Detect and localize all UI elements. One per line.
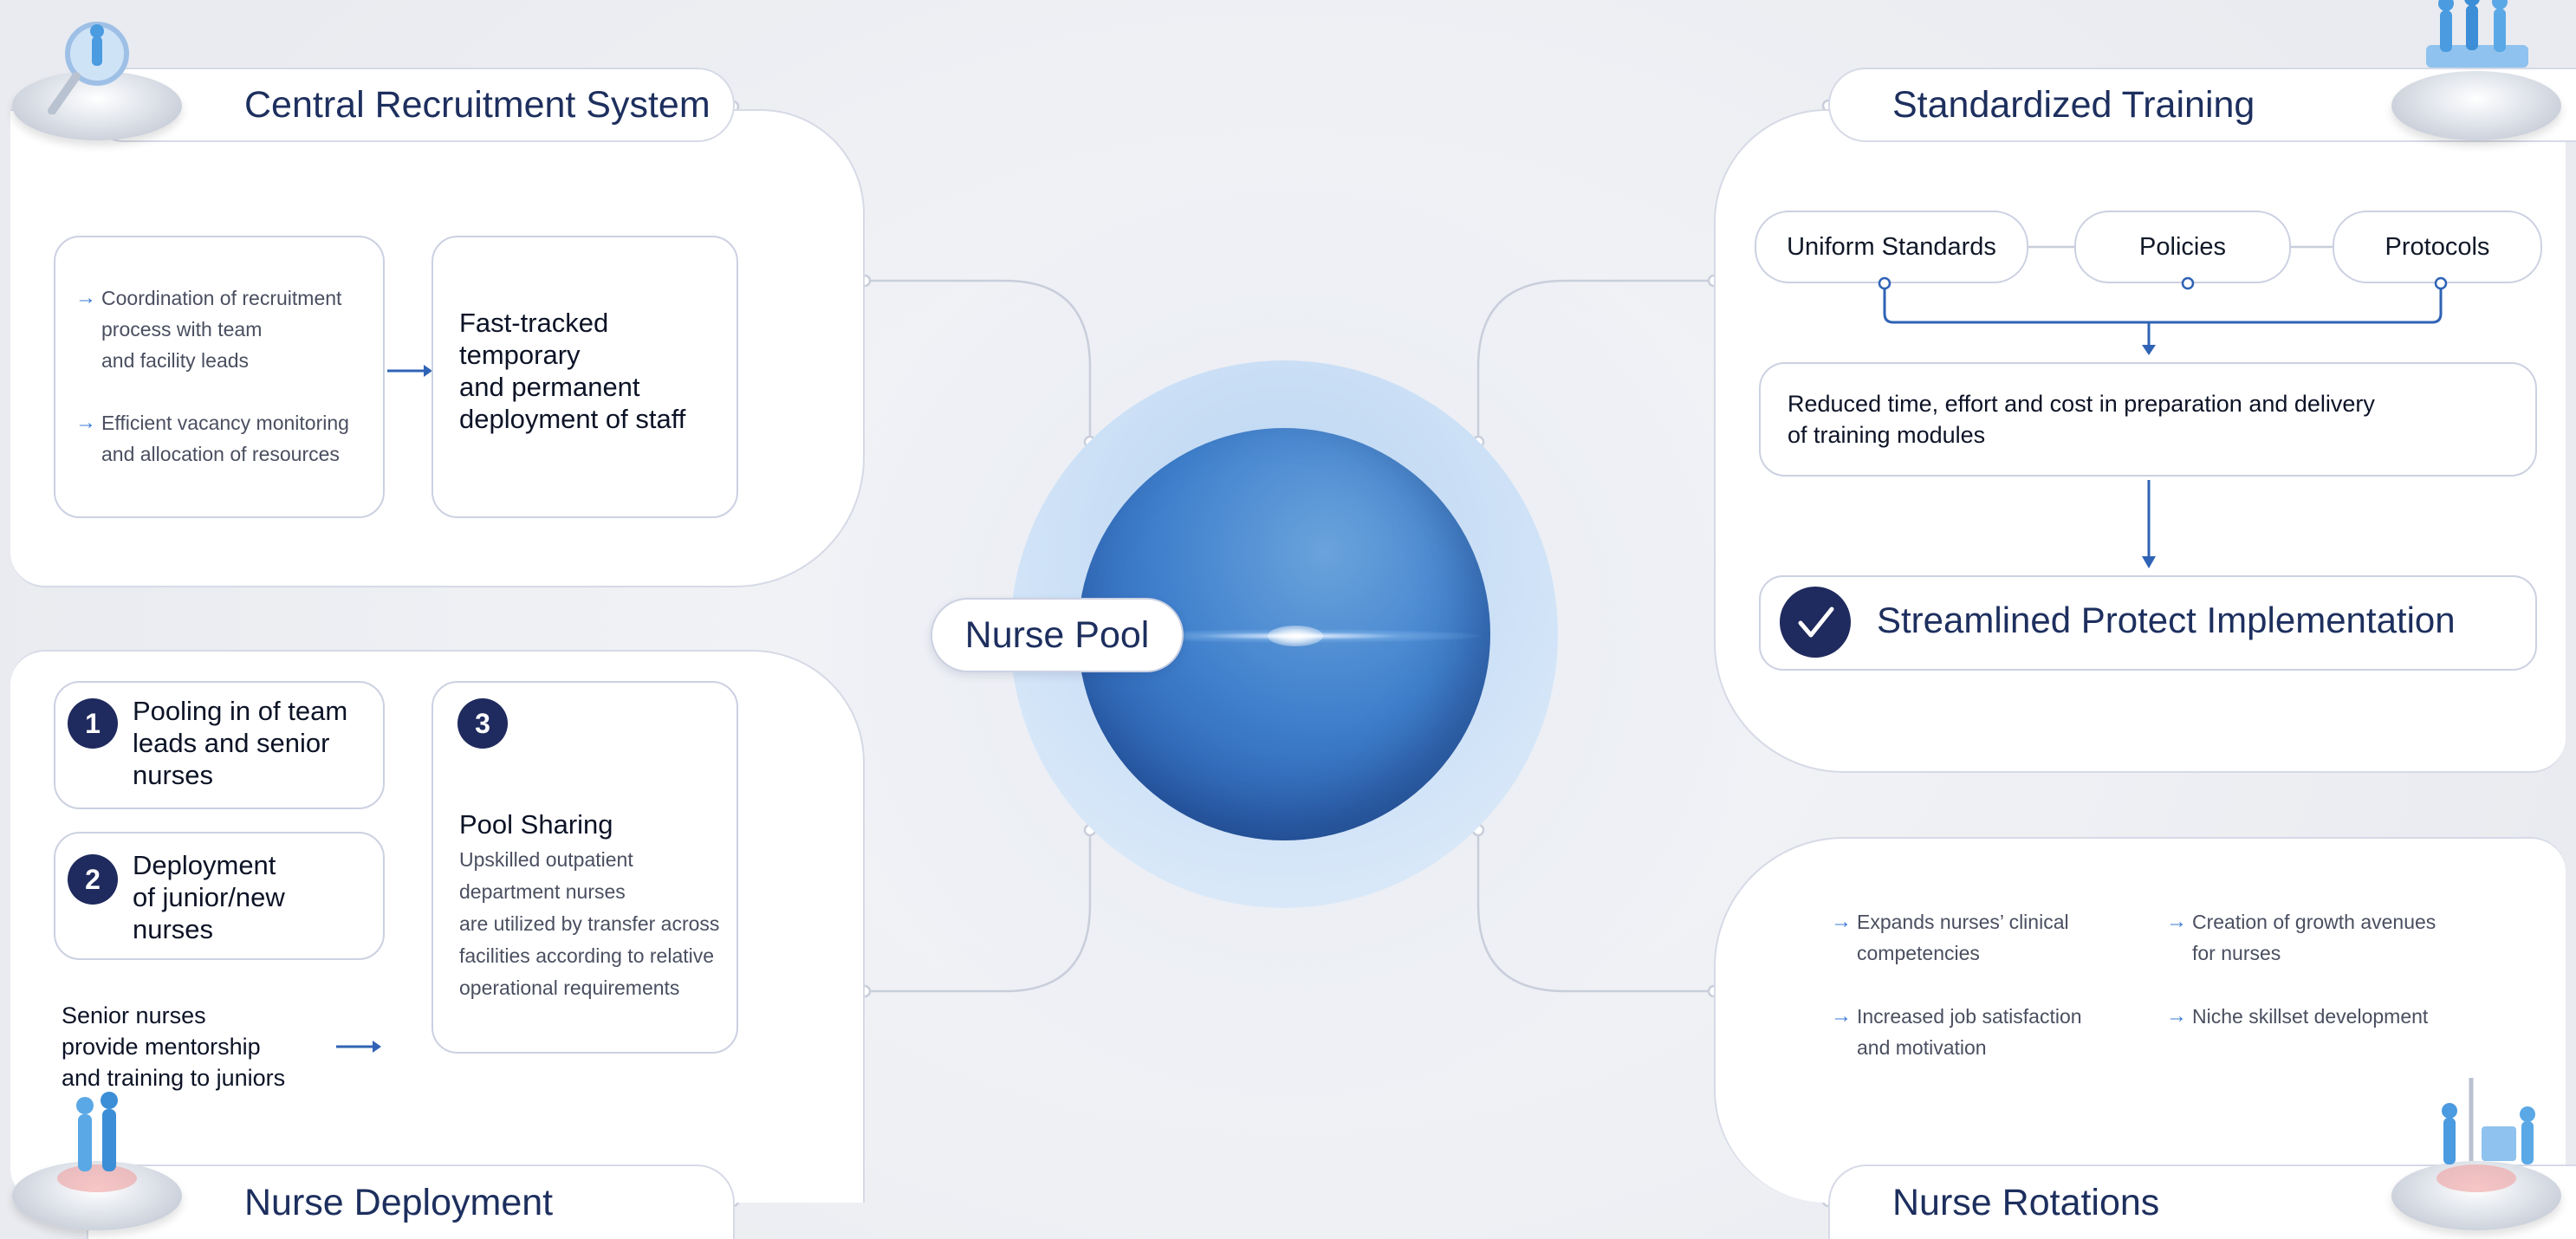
- rotation-platform-icon: [2391, 1078, 2561, 1230]
- pills-merge-connector: [1878, 245, 2448, 355]
- arrow-right-icon: →: [1831, 1004, 1852, 1028]
- down-arrow-icon: [2142, 480, 2156, 568]
- deployment-item-2-text: Deployment of junior/new nurses: [133, 850, 285, 944]
- deployment-header: Nurse Deployment: [87, 1164, 735, 1239]
- arrow-right-icon: →: [75, 411, 96, 434]
- rotations-bullet-1: → Expands nurses’ clinical competencies: [1831, 906, 2069, 969]
- rotations-bullet-4: → Niche skillset development: [2166, 1001, 2428, 1032]
- recruitment-title: Central Recruitment System: [244, 83, 711, 126]
- number-1-badge: 1: [68, 698, 118, 749]
- nurses-meeting-icon: [12, 1092, 182, 1230]
- deployment-title: Nurse Deployment: [244, 1181, 554, 1223]
- magnifier-nurse-icon: [12, 22, 182, 140]
- training-team-icon: [2391, 0, 2561, 140]
- nurse-pool-label: Nurse Pool: [931, 598, 1184, 672]
- rotations-title: Nurse Rotations: [1892, 1181, 2160, 1223]
- streamlined-implementation-label: Streamlined Protect Implementation: [1877, 600, 2456, 640]
- arrow-right-icon: →: [1831, 910, 1852, 933]
- checkmark-icon: [1780, 587, 1851, 658]
- recruitment-outcome-text: Fast-tracked temporary and permanent dep…: [459, 308, 686, 434]
- recruitment-bullets-card: [54, 236, 385, 518]
- number-2-badge: 2: [68, 854, 118, 905]
- pool-sharing-text: Upskilled outpatient department nurses a…: [459, 848, 720, 999]
- rotations-bullet-3: → Increased job satisfaction and motivat…: [1831, 1001, 2082, 1063]
- arrow-right-icon: →: [75, 286, 96, 309]
- flow-arrow-icon: [336, 1041, 381, 1053]
- training-title: Standardized Training: [1892, 83, 2255, 126]
- recruitment-bullet-1: → Coordination of recruitment process wi…: [75, 282, 341, 376]
- arrow-right-icon: →: [2166, 910, 2187, 933]
- recruitment-header: Central Recruitment System: [87, 68, 735, 142]
- rotations-bullet-2: → Creation of growth avenues for nurses: [2166, 906, 2436, 969]
- mentorship-text: Senior nurses provide mentorship and tra…: [62, 1002, 286, 1091]
- flow-arrow-icon: [387, 365, 432, 377]
- training-result-text: Reduced time, effort and cost in prepara…: [1788, 391, 2375, 448]
- deployment-item-1-text: Pooling in of team leads and senior nurs…: [133, 696, 348, 790]
- arrow-right-icon: →: [2166, 1004, 2187, 1028]
- sphere-light-core: [1268, 626, 1323, 646]
- pool-sharing-title: Pool Sharing: [459, 809, 613, 840]
- number-3-badge: 3: [457, 698, 508, 749]
- recruitment-bullet-2: → Efficient vacancy monitoring and alloc…: [75, 407, 349, 470]
